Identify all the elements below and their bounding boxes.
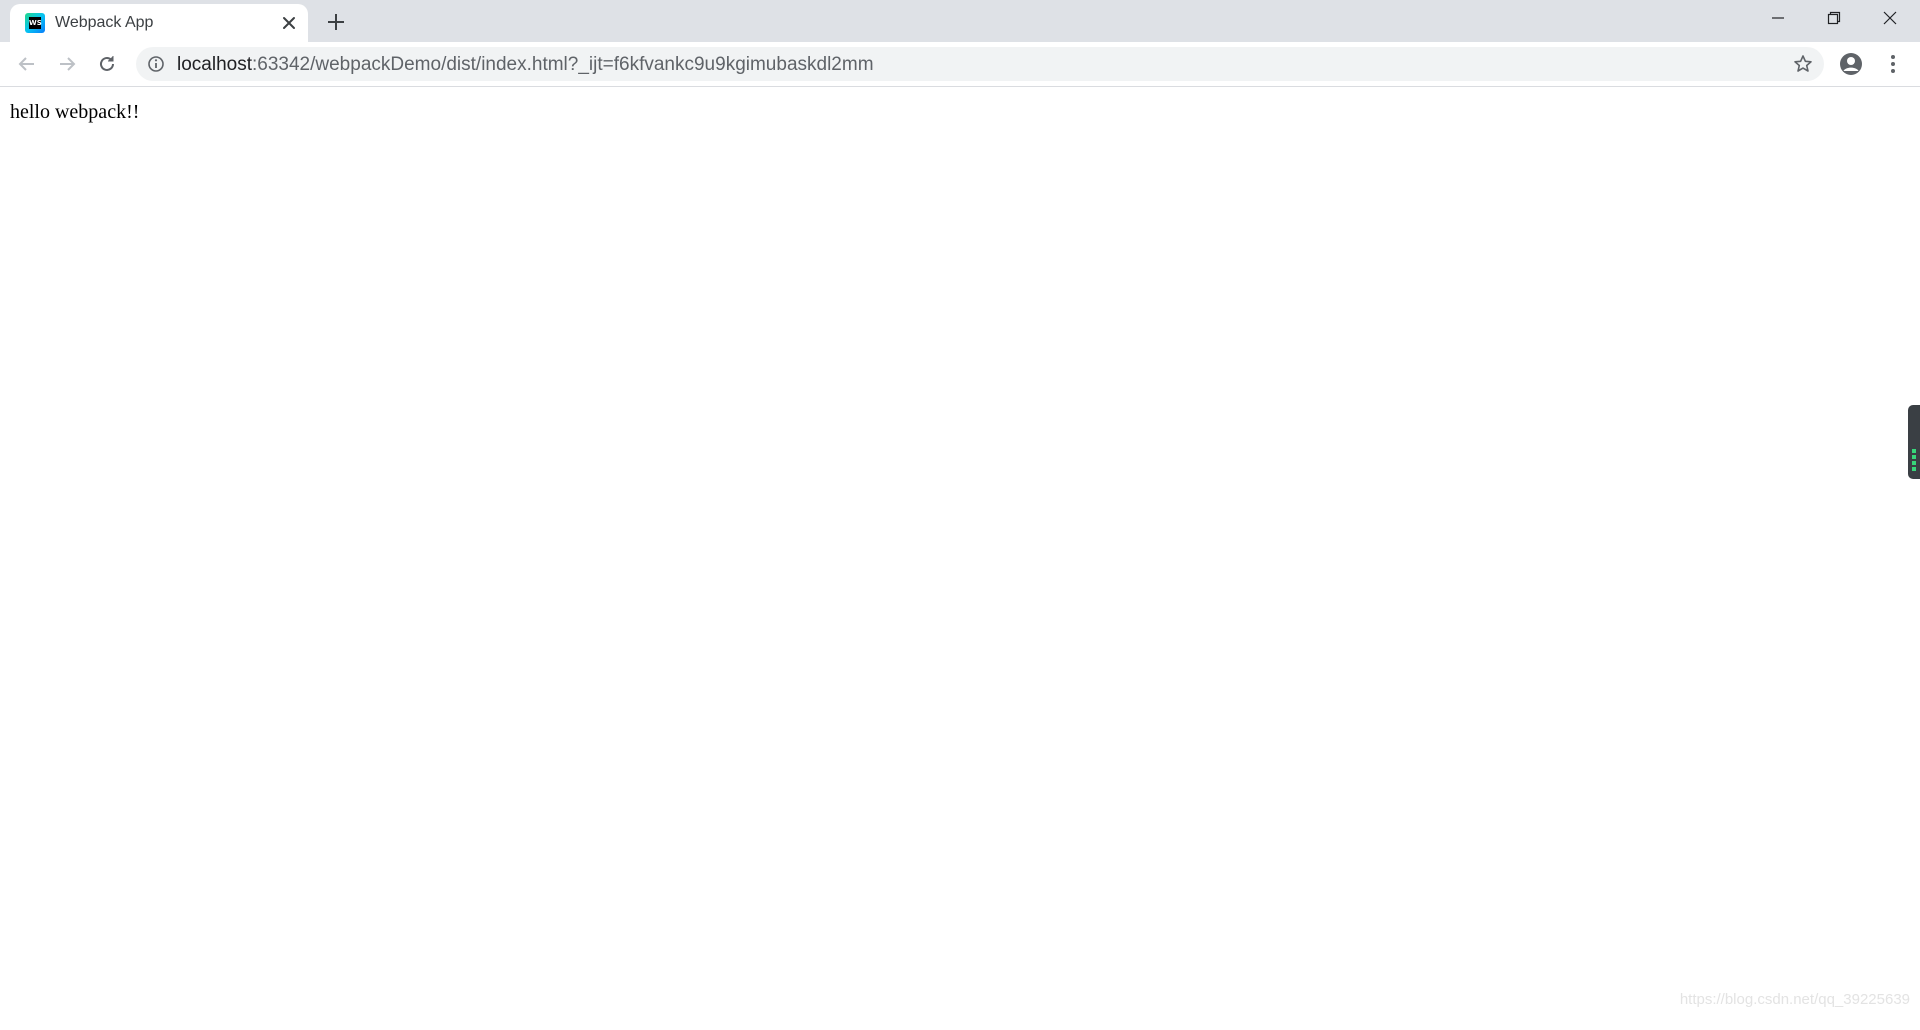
browser-toolbar: localhost:63342/webpackDemo/dist/index.h…	[0, 42, 1920, 87]
minimize-icon	[1772, 17, 1784, 19]
info-icon[interactable]	[147, 55, 165, 73]
url-text[interactable]: localhost:63342/webpackDemo/dist/index.h…	[177, 54, 874, 76]
page-body-text: hello webpack!!	[10, 101, 140, 123]
browser-window: WS Webpack App localhost:63342/webpackDe…	[0, 0, 1920, 1030]
page-viewport: hello webpack!! https://blog.csdn.net/qq…	[0, 87, 1920, 1030]
window-close-button[interactable]	[1862, 0, 1918, 36]
watermark: https://blog.csdn.net/qq_39225639	[1679, 991, 1910, 1008]
widget-indicator	[1912, 449, 1916, 453]
tab-strip: WS Webpack App	[0, 0, 1920, 42]
profile-icon[interactable]	[1838, 51, 1864, 77]
tab-title: Webpack App	[55, 14, 154, 31]
star-icon[interactable]	[1793, 54, 1813, 74]
minimize-button[interactable]	[1750, 0, 1806, 36]
url-host: localhost	[177, 54, 252, 75]
tab-webpack-app[interactable]: WS Webpack App	[10, 4, 308, 42]
reload-button[interactable]	[93, 50, 121, 78]
url-path: :63342/webpackDemo/dist/index.html?_ijt=…	[252, 54, 874, 75]
forward-arrow-icon	[60, 57, 76, 71]
back-button[interactable]	[13, 50, 41, 78]
new-tab-plus-icon[interactable]	[324, 10, 348, 34]
address-bar[interactable]: localhost:63342/webpackDemo/dist/index.h…	[136, 47, 1824, 81]
widget-indicator	[1912, 467, 1916, 471]
close-icon	[1883, 11, 1897, 25]
favicon-label: WS	[29, 17, 42, 29]
restore-icon	[1827, 11, 1841, 25]
forward-button[interactable]	[53, 50, 81, 78]
webstorm-favicon-icon: WS	[25, 13, 45, 33]
widget-indicator	[1912, 455, 1916, 459]
back-arrow-icon	[18, 57, 34, 71]
kebab-menu-icon[interactable]	[1880, 51, 1906, 77]
restore-button[interactable]	[1806, 0, 1862, 36]
side-extension-widget[interactable]	[1908, 405, 1920, 479]
reload-icon	[100, 56, 114, 71]
widget-indicator	[1912, 461, 1916, 465]
tab-close-icon[interactable]	[280, 14, 298, 32]
